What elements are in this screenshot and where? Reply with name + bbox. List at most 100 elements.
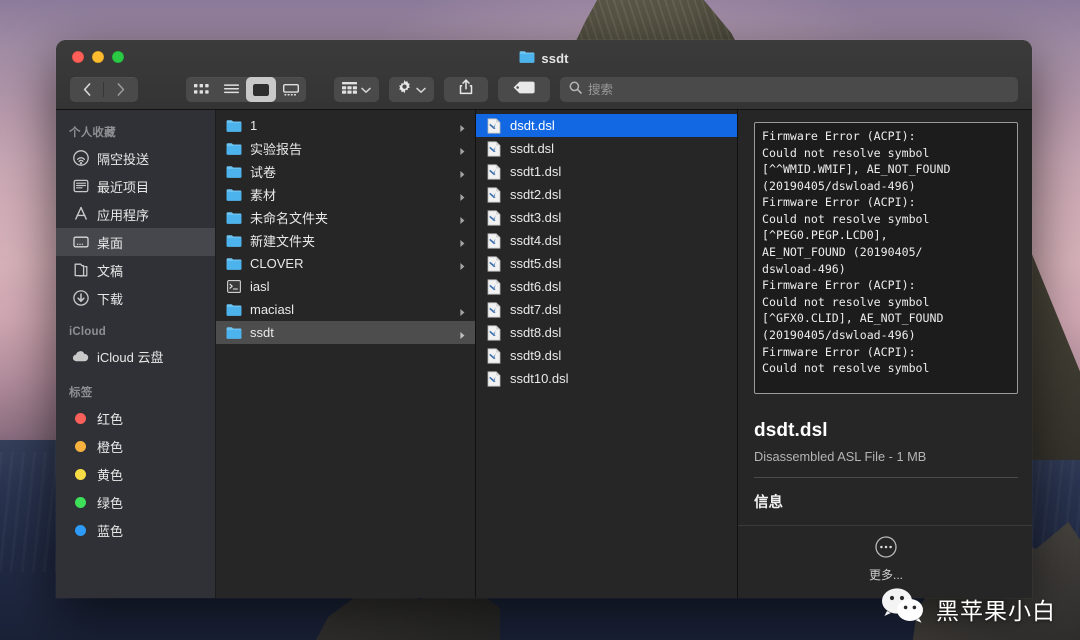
- list-item[interactable]: 素材: [216, 183, 475, 206]
- list-item[interactable]: ssdt3.dsl: [476, 206, 737, 229]
- list-item-label: 试卷: [250, 165, 277, 180]
- list-item-label: ssdt4.dsl: [510, 233, 562, 248]
- sidebar-item-tag-green[interactable]: 绿色: [56, 488, 215, 516]
- window-titlebar[interactable]: ssdt: [56, 40, 1032, 110]
- list-item-label: 1: [250, 118, 258, 133]
- finder-toolbar: [56, 73, 1032, 106]
- quicklook-text: Firmware Error (ACPI): Could not resolve…: [762, 129, 951, 376]
- downloads-icon: [72, 290, 89, 307]
- list-item[interactable]: ssdt10.dsl: [476, 367, 737, 390]
- list-item-label: ssdt2.dsl: [510, 187, 562, 202]
- dsl-file-icon: [486, 255, 502, 272]
- sidebar-item-airdrop[interactable]: 隔空投送: [56, 144, 215, 172]
- list-item[interactable]: ssdt6.dsl: [476, 275, 737, 298]
- share-button[interactable]: [444, 77, 488, 102]
- group-by-button[interactable]: [334, 77, 379, 102]
- navigation-buttons: [70, 77, 138, 102]
- search-box[interactable]: [560, 77, 1018, 102]
- dsl-file-icon: [486, 117, 502, 134]
- dsl-file-icon: [486, 232, 502, 249]
- list-item[interactable]: 未命名文件夹: [216, 206, 475, 229]
- list-item[interactable]: maciasl: [216, 298, 475, 321]
- forward-button[interactable]: [104, 77, 138, 102]
- sidebar-item-label: 蓝色: [97, 523, 124, 539]
- wechat-icon: [880, 587, 926, 630]
- quicklook-preview: Firmware Error (ACPI): Could not resolve…: [754, 122, 1018, 394]
- dsl-file-icon: [486, 278, 502, 295]
- tag-dot-icon: [72, 522, 89, 539]
- sidebar-item-label: 红色: [97, 411, 124, 427]
- window-title: ssdt: [56, 48, 1032, 68]
- sidebar-item-tag-orange[interactable]: 橙色: [56, 432, 215, 460]
- dsl-file-icon: [486, 324, 502, 341]
- preview-section-title: 信息: [754, 495, 783, 511]
- list-item[interactable]: ssdt.dsl: [476, 137, 737, 160]
- ellipsis-circle-icon: [875, 535, 897, 563]
- folder-icon: [226, 302, 242, 318]
- sidebar-item-recents[interactable]: 最近项目: [56, 172, 215, 200]
- list-item[interactable]: 试卷: [216, 160, 475, 183]
- list-item[interactable]: ssdt1.dsl: [476, 160, 737, 183]
- tag-dot-icon: [72, 494, 89, 511]
- folder-icon: [226, 187, 242, 203]
- sidebar-item-downloads[interactable]: 下载: [56, 284, 215, 312]
- list-item-label: 实验报告: [250, 142, 303, 157]
- finder-column-1[interactable]: 1 实验报告 试卷 素材 未命名文件夹 新建文件夹 CLOVER iasl ma…: [216, 110, 476, 598]
- chevron-down-icon: [416, 81, 426, 99]
- watermark: 黑苹果小白: [880, 587, 1056, 630]
- sidebar-item-tag-blue[interactable]: 蓝色: [56, 516, 215, 544]
- gallery-view-button[interactable]: [276, 77, 306, 102]
- folder-icon: [226, 325, 242, 341]
- action-menu-button[interactable]: [389, 77, 434, 102]
- sidebar-item-desktop[interactable]: 桌面: [56, 228, 215, 256]
- dsl-file-icon: [486, 301, 502, 318]
- back-button[interactable]: [70, 77, 104, 102]
- list-item[interactable]: ssdt9.dsl: [476, 344, 737, 367]
- list-item[interactable]: ssdt7.dsl: [476, 298, 737, 321]
- finder-column-2[interactable]: dsdt.dsl ssdt.dsl ssdt1.dsl ssdt2.dsl ss…: [476, 110, 738, 598]
- list-item[interactable]: ssdt2.dsl: [476, 183, 737, 206]
- list-item-label: iasl: [250, 279, 270, 294]
- list-item-label: ssdt10.dsl: [510, 371, 569, 386]
- tag-icon: [513, 81, 535, 99]
- list-item[interactable]: 新建文件夹: [216, 229, 475, 252]
- sidebar-item-label: 下载: [97, 291, 124, 307]
- group-grid-icon: [342, 81, 357, 99]
- folder-icon: [226, 233, 242, 249]
- list-item[interactable]: 1: [216, 114, 475, 137]
- executable-icon: [226, 279, 242, 295]
- dsl-file-icon: [486, 163, 502, 180]
- list-item[interactable]: ssdt5.dsl: [476, 252, 737, 275]
- list-item[interactable]: 实验报告: [216, 137, 475, 160]
- list-item-label: ssdt7.dsl: [510, 302, 562, 317]
- sidebar-item-tag-red[interactable]: 红色: [56, 404, 215, 432]
- sidebar-item-icloud-drive[interactable]: iCloud 云盘: [56, 342, 215, 370]
- tag-button[interactable]: [498, 77, 550, 102]
- sidebar-heading-favorites: 个人收藏: [69, 127, 116, 139]
- search-input[interactable]: [588, 82, 1009, 97]
- sidebar-item-documents[interactable]: 文稿: [56, 256, 215, 284]
- list-item-label: ssdt1.dsl: [510, 164, 562, 179]
- list-item-label: ssdt3.dsl: [510, 210, 562, 225]
- list-item[interactable]: CLOVER: [216, 252, 475, 275]
- view-mode-group: [186, 77, 306, 102]
- list-item-label: ssdt.dsl: [510, 141, 555, 156]
- icon-view-button[interactable]: [186, 77, 216, 102]
- share-icon: [459, 79, 473, 100]
- sidebar-item-tag-yellow[interactable]: 黄色: [56, 460, 215, 488]
- chevron-right-icon: [458, 144, 467, 155]
- list-item[interactable]: ssdt8.dsl: [476, 321, 737, 344]
- list-item[interactable]: iasl: [216, 275, 475, 298]
- sidebar-item-applications[interactable]: 应用程序: [56, 200, 215, 228]
- divider: [754, 477, 1018, 478]
- gear-icon: [397, 79, 412, 100]
- list-view-button[interactable]: [216, 77, 246, 102]
- folder-icon: [226, 141, 242, 157]
- list-item[interactable]: ssdt: [216, 321, 475, 344]
- recents-icon: [72, 178, 89, 195]
- column-view-button[interactable]: [246, 77, 276, 102]
- list-item[interactable]: dsdt.dsl: [476, 114, 737, 137]
- preview-pane: Firmware Error (ACPI): Could not resolve…: [738, 110, 1032, 598]
- chevron-right-icon: [458, 328, 467, 339]
- list-item[interactable]: ssdt4.dsl: [476, 229, 737, 252]
